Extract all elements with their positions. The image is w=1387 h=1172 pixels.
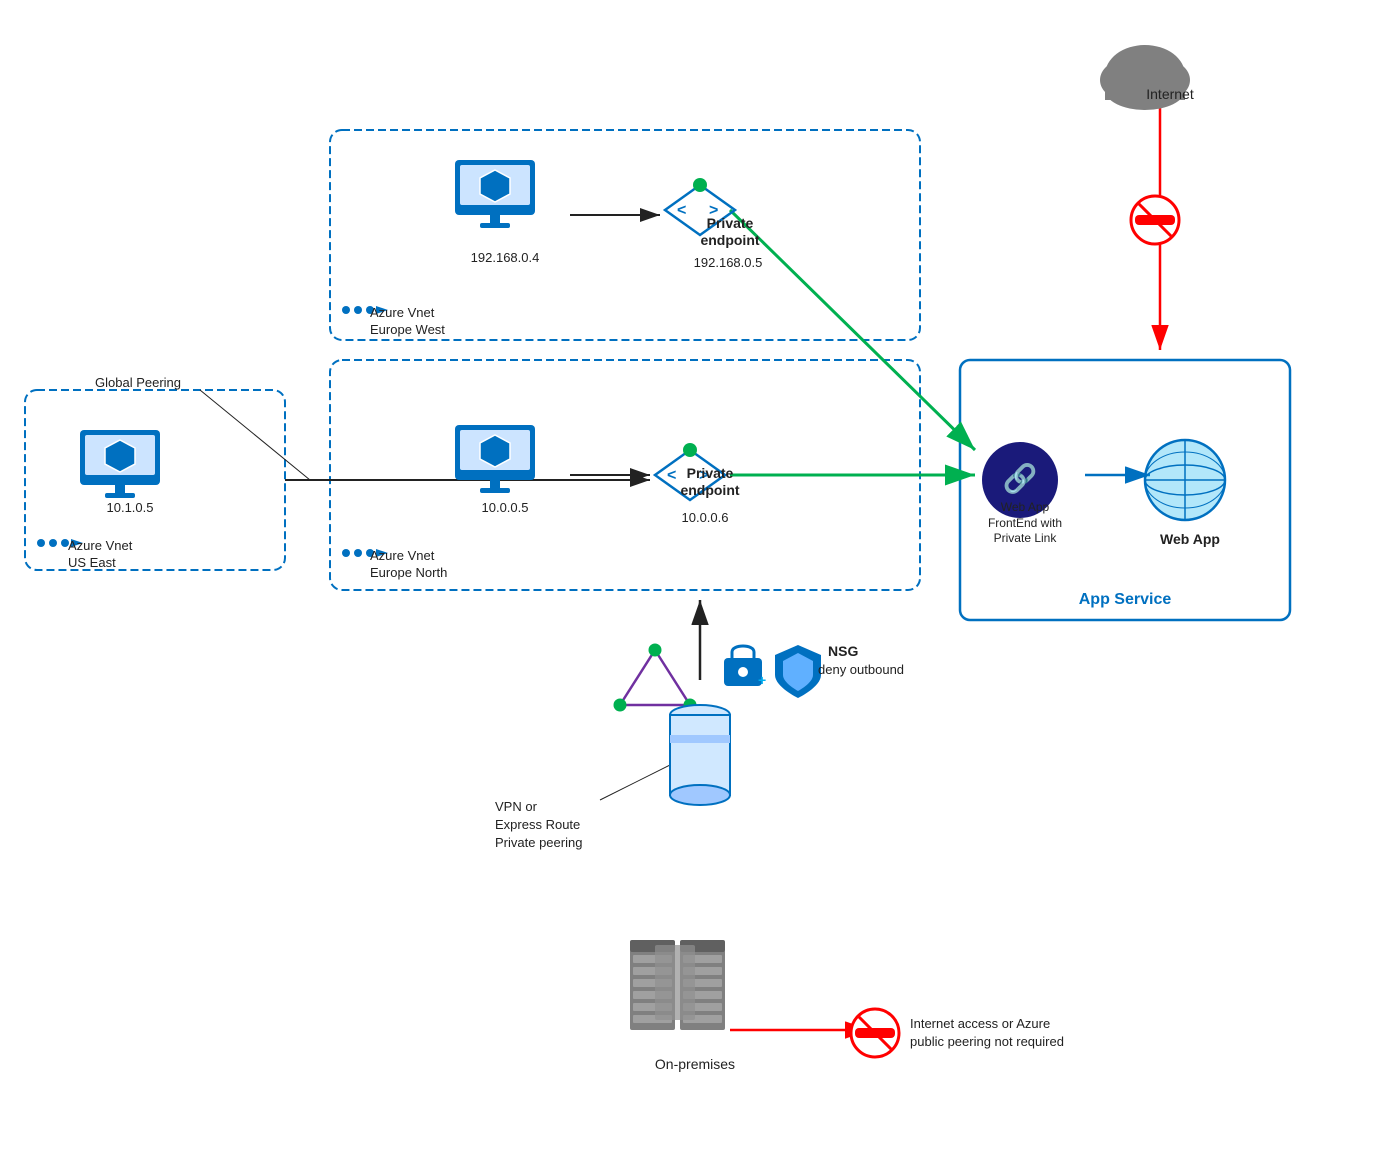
- global-peering-line: [200, 390, 310, 480]
- monitor-europe-north: [455, 425, 535, 493]
- svg-text:+: +: [758, 672, 766, 688]
- no-entry-internet: [1131, 196, 1179, 244]
- pe1-ip: 192.168.0.5: [668, 255, 788, 272]
- nsg-label: NSG: [828, 642, 858, 660]
- internet-label: Internet: [1110, 85, 1230, 103]
- svg-text:🔗: 🔗: [1003, 461, 1038, 495]
- diagram-container: < > < > 🔗: [0, 0, 1387, 1172]
- pe2-label: Privateendpoint: [660, 465, 760, 499]
- web-app-label: Web App: [1140, 530, 1240, 548]
- web-app-frontend-label: Web AppFrontEnd withPrivate Link: [965, 500, 1085, 547]
- vm1-ip: 192.168.0.4: [455, 250, 555, 267]
- vm2-ip: 10.0.0.5: [455, 500, 555, 517]
- app-service-box: [960, 360, 1290, 620]
- webapp-globe-icon: [1145, 440, 1225, 520]
- lock-vpn-icon: +: [724, 646, 766, 688]
- on-premises-label: On-premises: [630, 1055, 760, 1073]
- global-peering-label: Global Peering: [95, 375, 181, 392]
- triangle-network-icon: [614, 644, 696, 711]
- pe1-label: Privateendpoint: [680, 215, 780, 249]
- monitor-europe-west: [455, 160, 535, 228]
- internet-access-note: Internet access or Azurepublic peering n…: [910, 1015, 1064, 1051]
- monitor-us-east: [80, 430, 160, 498]
- app-service-label: App Service: [960, 590, 1290, 611]
- diagram-svg: < > < > 🔗: [0, 0, 1387, 1172]
- nsg-deny-label: deny outbound: [818, 662, 904, 679]
- no-entry-onprem: [851, 1009, 899, 1057]
- vnet-us-east-label: Azure VnetUS East: [68, 538, 132, 572]
- nsg-shield-icon: [775, 645, 821, 698]
- vnet-us-east-box: [25, 390, 285, 570]
- onprem-servers: [630, 940, 725, 1030]
- vpn-cylinder: [670, 705, 730, 805]
- vm-east-ip: 10.1.0.5: [80, 500, 180, 517]
- vnet-europe-west-label: Azure VnetEurope West: [370, 305, 445, 339]
- pe2-ip: 10.0.0.6: [655, 510, 755, 527]
- vpn-label-line: [600, 760, 680, 800]
- vnet-europe-north-label: Azure VnetEurope North: [370, 548, 447, 582]
- vpn-label: VPN orExpress RoutePrivate peering: [495, 798, 582, 853]
